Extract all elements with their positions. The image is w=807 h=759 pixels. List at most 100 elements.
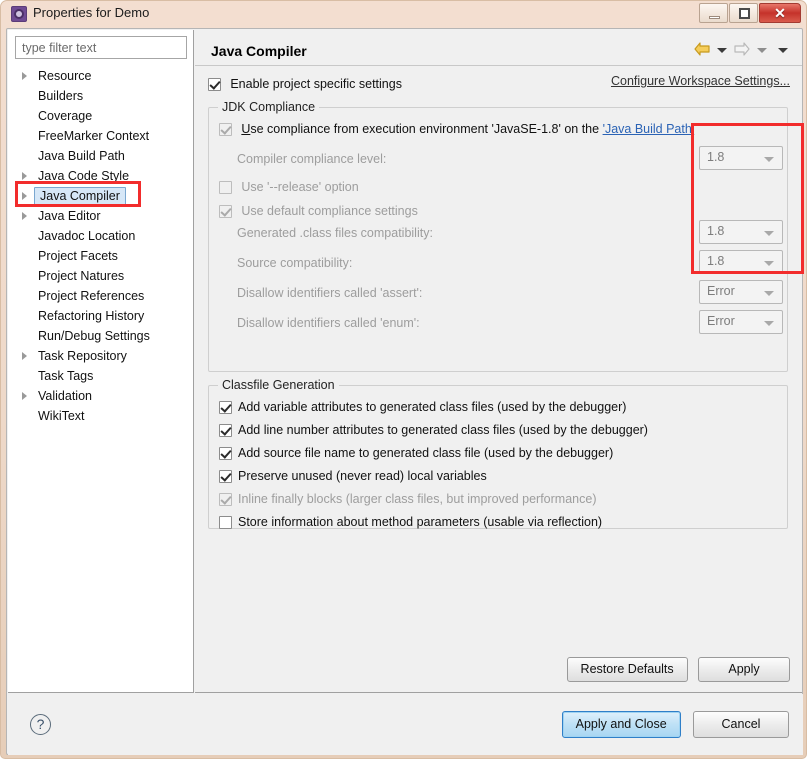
configure-workspace-settings-link[interactable]: Configure Workspace Settings...: [611, 74, 790, 88]
sidebar-item-java-build-path[interactable]: Java Build Path: [8, 146, 194, 166]
cancel-button[interactable]: Cancel: [693, 711, 789, 738]
expand-arrow-icon[interactable]: [22, 352, 27, 360]
classfile-option-checkbox[interactable]: Store information about method parameter…: [219, 511, 602, 533]
classfile-generation-legend: Classfile Generation: [218, 378, 339, 392]
java-build-path-link[interactable]: 'Java Build Path': [603, 122, 695, 136]
restore-defaults-button[interactable]: Restore Defaults: [566, 657, 688, 682]
disallow-enum-label: Disallow identifiers called 'enum':: [237, 316, 420, 330]
chevron-down-icon: [764, 321, 774, 326]
checkbox-box: [219, 470, 232, 483]
dropdown-value: Error: [707, 284, 735, 298]
dropdown-value: Error: [707, 314, 735, 328]
sidebar-item-label: Builders: [38, 89, 84, 103]
checkbox-box: [219, 181, 232, 194]
use-execution-environment-checkbox[interactable]: Use compliance from execution environmen…: [219, 118, 694, 140]
sidebar-item-java-editor[interactable]: Java Editor: [8, 206, 194, 226]
disallow-enum-dropdown[interactable]: Error: [699, 310, 783, 334]
sidebar-item-resource[interactable]: Resource: [8, 66, 194, 86]
checkbox-box: [219, 123, 232, 136]
classfile-option-checkbox[interactable]: Preserve unused (never read) local varia…: [219, 465, 487, 487]
expand-arrow-icon[interactable]: [22, 192, 27, 200]
classfile-option-checkbox[interactable]: Add source file name to generated class …: [219, 442, 613, 464]
classfile-option-checkbox[interactable]: Inline finally blocks (larger class file…: [219, 488, 596, 510]
page-title: Java Compiler: [211, 43, 307, 59]
checkbox-box: [219, 401, 232, 414]
classfile-option-checkbox[interactable]: Add variable attributes to generated cla…: [219, 396, 626, 418]
compiler-compliance-level-dropdown[interactable]: 1.8: [699, 146, 783, 170]
sidebar-item-label: Java Compiler: [34, 187, 126, 206]
classfile-option-label: Store information about method parameter…: [238, 515, 603, 529]
window-title: Properties for Demo: [33, 5, 150, 20]
settings-tree[interactable]: Resource Builders Coverage FreeMarker Conte…: [8, 66, 194, 426]
sidebar-item-project-natures[interactable]: Project Natures: [8, 266, 194, 286]
sidebar-item-label: Refactoring History: [38, 309, 145, 323]
use-default-compliance-label: Use default compliance settings: [241, 204, 418, 218]
expand-arrow-icon[interactable]: [22, 72, 27, 80]
minimize-button[interactable]: [699, 3, 728, 23]
sidebar-item-run-debug-settings[interactable]: Run/Debug Settings: [8, 326, 194, 346]
sidebar-item-validation[interactable]: Validation: [8, 386, 194, 406]
help-question-icon[interactable]: ?: [30, 714, 51, 735]
chevron-down-icon: [764, 291, 774, 296]
chevron-down-icon: [764, 231, 774, 236]
use-default-compliance-checkbox[interactable]: Use default compliance settings: [219, 200, 418, 222]
enable-project-specific-label: Enable project specific settings: [230, 77, 402, 91]
minimize-icon: [709, 16, 720, 19]
chevron-down-icon: [764, 157, 774, 162]
source-compat-dropdown[interactable]: 1.8: [699, 250, 783, 274]
dropdown-value: 1.8: [707, 254, 725, 268]
gear-icon: [11, 6, 27, 22]
classfile-option-label: Preserve unused (never read) local varia…: [238, 469, 487, 483]
disallow-assert-dropdown[interactable]: Error: [699, 280, 783, 304]
use-release-option-checkbox[interactable]: Use '--release' option: [219, 176, 359, 198]
apply-button[interactable]: Apply: [698, 657, 790, 682]
checkbox-box: [219, 205, 232, 218]
dialog-footer: ? Apply and Close Cancel: [8, 694, 803, 755]
maximize-icon: [739, 8, 750, 19]
sidebar-item-coverage[interactable]: Coverage: [8, 106, 194, 126]
settings-tree-panel: type filter text Resource Builders Coverag…: [8, 30, 194, 693]
footer-buttons: Apply and Close Cancel: [561, 711, 789, 738]
expand-arrow-icon[interactable]: [22, 392, 27, 400]
sidebar-item-builders[interactable]: Builders: [8, 86, 194, 106]
sidebar-item-label: Project Facets: [38, 249, 118, 263]
sidebar-item-javadoc-location[interactable]: Javadoc Location: [8, 226, 194, 246]
checkbox-box: [219, 424, 232, 437]
close-button[interactable]: ✕: [759, 3, 801, 23]
jdk-compliance-legend: JDK Compliance: [218, 100, 320, 114]
sidebar-item-java-code-style[interactable]: Java Code Style: [8, 166, 194, 186]
generated-class-compat-dropdown[interactable]: 1.8: [699, 220, 783, 244]
view-menu-chevron-down-icon[interactable]: [778, 48, 788, 53]
search-input[interactable]: type filter text: [15, 36, 187, 59]
sidebar-item-task-repository[interactable]: Task Repository: [8, 346, 194, 366]
title-bar[interactable]: Properties for Demo ✕: [1, 1, 807, 28]
sidebar-item-task-tags[interactable]: Task Tags: [8, 366, 194, 386]
expand-arrow-icon[interactable]: [22, 212, 27, 220]
classfile-option-checkbox[interactable]: Add line number attributes to generated …: [219, 419, 648, 441]
page-buttons: Restore Defaults Apply: [566, 657, 790, 682]
sidebar-item-project-facets[interactable]: Project Facets: [8, 246, 194, 266]
sidebar-item-label: Java Code Style: [38, 169, 130, 183]
sidebar-item-refactoring-history[interactable]: Refactoring History: [8, 306, 194, 326]
classfile-option-label: Inline finally blocks (larger class file…: [238, 492, 597, 506]
dropdown-value: 1.8: [707, 224, 725, 238]
expand-arrow-icon[interactable]: [22, 172, 27, 180]
sidebar-item-project-references[interactable]: Project References: [8, 286, 194, 306]
page-nav-tools[interactable]: [694, 42, 792, 59]
sidebar-item-freemarker-context[interactable]: FreeMarker Context: [8, 126, 194, 146]
sidebar-item-label: WikiText: [38, 409, 85, 423]
sidebar-item-java-compiler[interactable]: Java Compiler: [8, 186, 194, 206]
forward-history-chevron-down-icon[interactable]: [757, 48, 767, 53]
checkbox-box: [208, 78, 221, 91]
dialog-body: type filter text Resource Builders Coverag…: [6, 28, 803, 755]
source-compat-label: Source compatibility:: [237, 256, 353, 270]
back-arrow-icon[interactable]: [694, 42, 710, 59]
enable-project-specific-checkbox[interactable]: Enable project specific settings: [208, 77, 402, 92]
sidebar-item-label: FreeMarker Context: [38, 129, 150, 143]
sidebar-item-wikitext[interactable]: WikiText: [8, 406, 194, 426]
maximize-button[interactable]: [729, 3, 758, 23]
apply-and-close-button[interactable]: Apply and Close: [561, 711, 681, 738]
sidebar-item-label: Task Tags: [38, 369, 94, 383]
back-history-chevron-down-icon[interactable]: [717, 48, 727, 53]
title-separator: [195, 65, 802, 66]
